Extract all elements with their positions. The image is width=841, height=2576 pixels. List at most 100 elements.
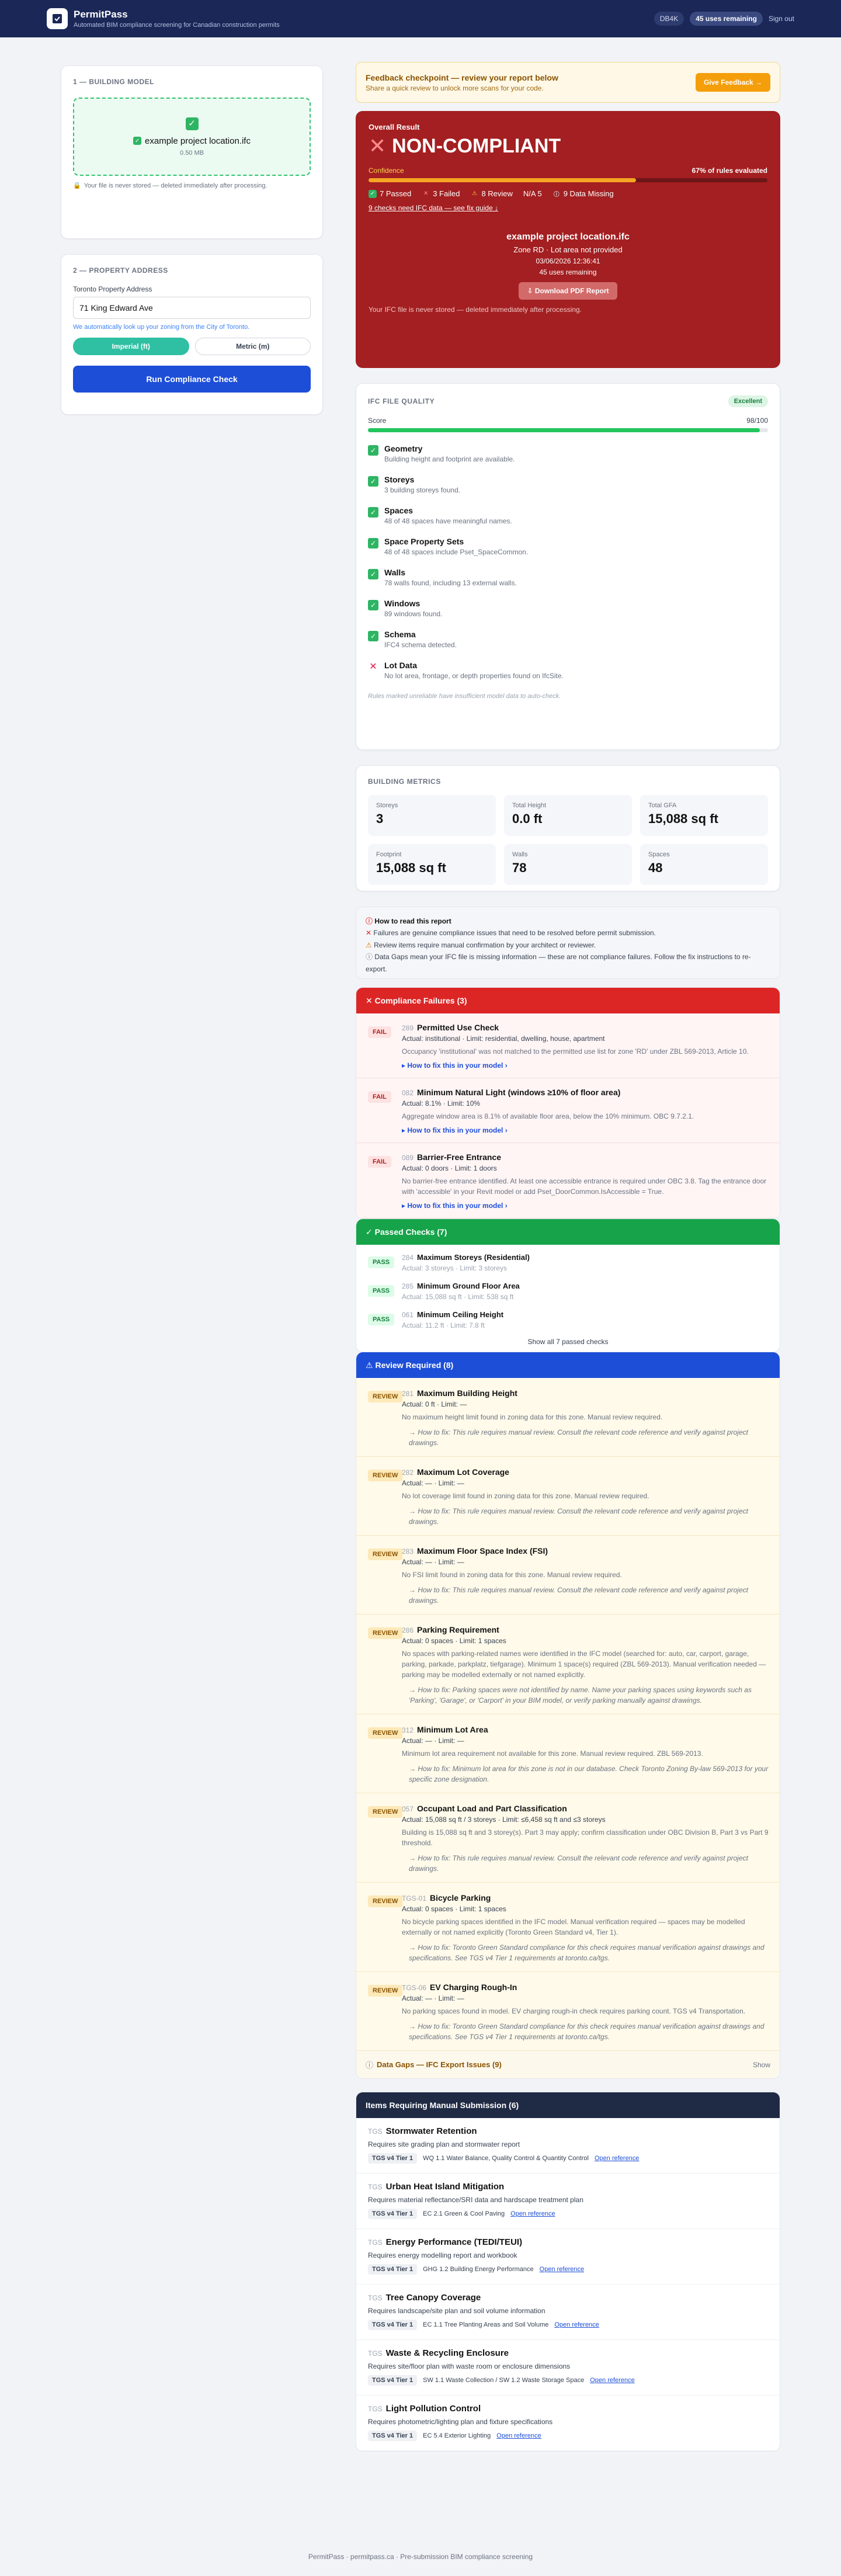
manual-item: TGS Energy Performance (TEDI/TEUI) Require… bbox=[356, 2229, 780, 2285]
how-to-fix-tip: → How to fix: This rule requires manual … bbox=[409, 1507, 748, 1526]
metric-toggle[interactable]: Metric (m) bbox=[194, 338, 311, 355]
rule-code: 281 bbox=[402, 1390, 414, 1398]
x-icon: ✕ bbox=[369, 134, 387, 158]
quality-item-title: Walls bbox=[384, 568, 406, 577]
open-reference-link[interactable]: Open reference bbox=[590, 2377, 634, 2384]
quality-item-title: Lot Data bbox=[384, 661, 417, 670]
failure-item: FAIL 289 Permitted Use Check Actual: instit… bbox=[356, 1013, 780, 1078]
show-all-passed[interactable]: Show all 7 passed checks bbox=[356, 1334, 780, 1352]
address-input[interactable]: 71 King Edward Ave bbox=[73, 297, 311, 319]
logo bbox=[47, 8, 68, 29]
imperial-toggle[interactable]: Imperial (ft) bbox=[73, 338, 189, 355]
howto-line-1: Failures are genuine compliance issues t… bbox=[373, 929, 656, 938]
review-group: ⚠ Review Required (8) REVIEW 281 Maximum B… bbox=[356, 1352, 780, 2079]
rule-code: 285 bbox=[402, 1282, 414, 1290]
data-gaps-show[interactable]: Show bbox=[753, 2061, 770, 2069]
score-bar bbox=[368, 428, 768, 432]
rule-desc: No maximum height limit found in zoning … bbox=[402, 1413, 663, 1421]
failures-group: ✕ Compliance Failures (3) FAIL 289 Permitt… bbox=[356, 987, 780, 1219]
passed-header[interactable]: ✓ Passed Checks (7) bbox=[356, 1219, 780, 1245]
quality-item: ✓ Space Property Sets 48 of 48 spaces incl… bbox=[368, 537, 768, 556]
rule-actual: Actual: 15,088 sq ft · Limit: 538 sq ft bbox=[402, 1293, 514, 1301]
quality-item-desc: 48 of 48 spaces include Pset_SpaceCommon… bbox=[384, 548, 529, 556]
check-icon: ✓ bbox=[368, 476, 378, 487]
quality-item: ✓ Schema IFC4 schema detected. bbox=[368, 630, 768, 649]
rule-title: Urban Heat Island Mitigation bbox=[385, 2182, 505, 2192]
rule-title: Maximum Storeys (Residential) bbox=[417, 1253, 530, 1262]
rule-desc: Requires site/floor plan with waste room… bbox=[368, 2362, 571, 2370]
run-check-button[interactable]: Run Compliance Check bbox=[73, 366, 311, 393]
review-count: 8 Review bbox=[481, 189, 513, 198]
how-to-fix-link[interactable]: ▸ How to fix this in your model › bbox=[402, 1202, 770, 1210]
review-item: REVIEW TGS-06 EV Charging Rough-In Actual: … bbox=[356, 1972, 780, 2051]
open-reference-link[interactable]: Open reference bbox=[540, 2266, 584, 2273]
pass-pill: PASS bbox=[368, 1285, 395, 1297]
rule-title: Maximum Building Height bbox=[417, 1388, 517, 1398]
quality-item: ✓ Spaces 48 of 48 spaces have meaningful n… bbox=[368, 506, 768, 525]
user-chip[interactable]: DB4K bbox=[654, 12, 684, 26]
download-pdf-button[interactable]: ⇩ Download PDF Report bbox=[519, 282, 617, 300]
rule-desc: No barrier-free entrance identified. At … bbox=[402, 1177, 767, 1196]
quality-item-desc: IFC4 schema detected. bbox=[384, 641, 457, 649]
manual-item: TGS Tree Canopy Coverage Requires landscap… bbox=[356, 2285, 780, 2340]
metric-label: Footprint bbox=[376, 851, 402, 858]
rule-title: Energy Performance (TEDI/TEUI) bbox=[385, 2237, 523, 2247]
rule-code: 057 bbox=[402, 1805, 414, 1813]
section-label: 1 — BUILDING MODEL bbox=[73, 78, 155, 86]
check-icon: ✓ bbox=[368, 538, 378, 548]
file-dropzone[interactable]: ✓ ✓ example project location.ifc 0.50 MB bbox=[73, 98, 311, 176]
metric-box: Total GFA 15,088 sq ft bbox=[640, 795, 768, 836]
quality-item-title: Spaces bbox=[384, 506, 413, 515]
quality-item: ✓ Geometry Building height and footprint a… bbox=[368, 444, 768, 463]
failures-header[interactable]: ✕ Compliance Failures (3) bbox=[356, 988, 780, 1013]
rule-title: Minimum Ceiling Height bbox=[417, 1310, 504, 1319]
open-reference-link[interactable]: Open reference bbox=[595, 2155, 639, 2162]
how-to-read: ⓘ How to read this report ✕ Failures are… bbox=[356, 907, 780, 979]
metric-box: Total Height 0.0 ft bbox=[504, 795, 632, 836]
rule-actual: Actual: 0 doors · Limit: 1 doors bbox=[402, 1164, 497, 1172]
give-feedback-button[interactable]: Give Feedback → bbox=[695, 73, 770, 92]
fail-pill: FAIL bbox=[368, 1156, 391, 1168]
metric-box: Footprint 15,088 sq ft bbox=[368, 844, 496, 885]
rule-actual: Actual: — · Limit: — bbox=[402, 1479, 464, 1487]
app-name: PermitPass bbox=[74, 9, 128, 20]
rule-desc: No FSI limit found in zoning data for th… bbox=[402, 1571, 622, 1579]
howto-line-3: Data Gaps mean your IFC file is missing … bbox=[366, 953, 751, 973]
open-reference-link[interactable]: Open reference bbox=[554, 2321, 599, 2328]
how-to-fix-link[interactable]: ▸ How to fix this in your model › bbox=[402, 1061, 770, 1070]
rule-title: Minimum Ground Floor Area bbox=[417, 1282, 520, 1290]
rule-title: Permitted Use Check bbox=[417, 1023, 499, 1032]
open-reference-link[interactable]: Open reference bbox=[510, 2210, 555, 2217]
rule-code: 289 bbox=[402, 1024, 414, 1032]
quality-item: ✓ Windows 89 windows found. bbox=[368, 599, 768, 618]
rule-desc: No bicycle parking spaces identified in … bbox=[402, 1918, 745, 1936]
reference-text: SW 1.1 Waste Collection / SW 1.2 Waste S… bbox=[423, 2377, 585, 2384]
reference-text: WQ 1.1 Water Balance, Quality Control & … bbox=[423, 2155, 589, 2162]
sign-out-link[interactable]: Sign out bbox=[769, 15, 794, 23]
rule-desc: Requires energy modelling report and wor… bbox=[368, 2251, 517, 2259]
rule-actual: Actual: — · Limit: — bbox=[402, 1737, 464, 1745]
review-item: REVIEW 282 Maximum Lot Coverage Actual: — ·… bbox=[356, 1457, 780, 1536]
logo-icon bbox=[53, 14, 62, 23]
address-label: Toronto Property Address bbox=[73, 285, 152, 293]
reference-text: EC 1.1 Tree Planting Areas and Soil Volu… bbox=[423, 2321, 549, 2328]
failure-item: FAIL 089 Barrier-Free Entrance Actual: 0 do… bbox=[356, 1143, 780, 1218]
result-label: Overall Result bbox=[369, 123, 420, 131]
rule-desc: Requires landscape/site plan and soil vo… bbox=[368, 2307, 545, 2315]
quality-note: Rules marked unreliable have insufficien… bbox=[368, 693, 561, 700]
manual-item: TGS Light Pollution Control Requires photo… bbox=[356, 2396, 780, 2451]
quality-item-desc: Building height and footprint are availa… bbox=[384, 455, 515, 463]
failure-item: FAIL 082 Minimum Natural Light (windows ≥1… bbox=[356, 1078, 780, 1143]
rule-code: 282 bbox=[402, 1468, 414, 1477]
rule-actual: Actual: 0 spaces · Limit: 1 spaces bbox=[402, 1637, 506, 1645]
review-header[interactable]: ⚠ Review Required (8) bbox=[356, 1352, 780, 1378]
how-to-fix-tip: → How to fix: Toronto Green Standard com… bbox=[409, 2022, 764, 2041]
rule-title: Stormwater Retention bbox=[385, 2126, 477, 2136]
review-pill: REVIEW bbox=[368, 1985, 403, 1997]
open-reference-link[interactable]: Open reference bbox=[496, 2432, 541, 2439]
how-to-fix-link[interactable]: ▸ How to fix this in your model › bbox=[402, 1126, 770, 1134]
fix-guide-link[interactable]: 9 checks need IFC data — see fix guide ↓ bbox=[369, 204, 767, 212]
metric-value: 78 bbox=[512, 860, 527, 875]
rule-actual: Actual: 0 spaces · Limit: 1 spaces bbox=[402, 1905, 506, 1913]
rule-code: 284 bbox=[402, 1254, 414, 1262]
